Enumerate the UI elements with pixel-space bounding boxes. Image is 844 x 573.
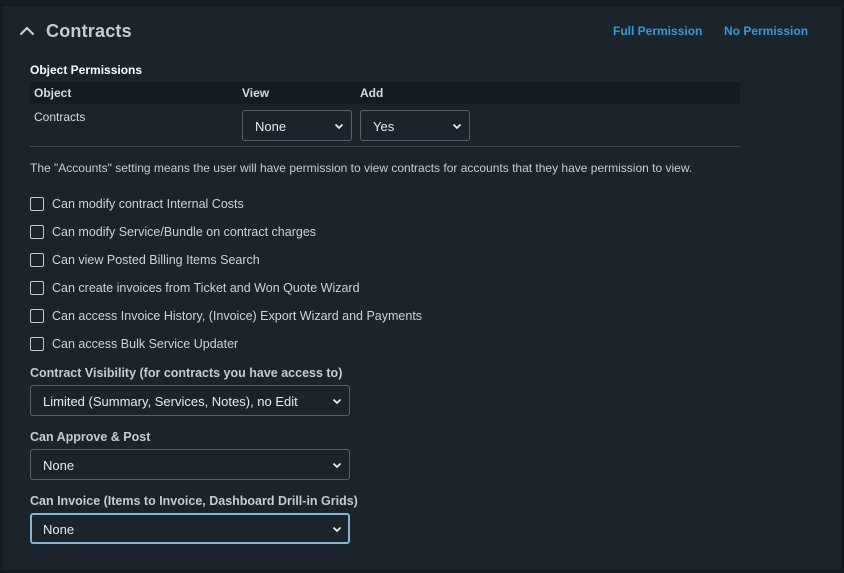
section-header: Contracts Full Permission No Permission [3,6,841,56]
column-header-add: Add [360,86,384,100]
chevron-up-icon[interactable] [18,22,36,40]
checkbox-label: Can access Invoice History, (Invoice) Ex… [52,309,423,323]
full-permission-link[interactable]: Full Permission [613,24,702,38]
chevron-down-icon [452,123,462,130]
checkbox[interactable] [30,225,44,239]
checkbox-label: Can access Bulk Service Updater [52,337,239,351]
accounts-setting-note: The "Accounts" setting means the user wi… [30,161,693,175]
chevron-down-icon [332,398,342,405]
column-header-view: View [242,86,270,100]
no-permission-link[interactable]: No Permission [724,24,808,38]
contract-visibility-label: Contract Visibility (for contracts you h… [30,366,343,380]
add-permission-select[interactable]: Yes [360,110,470,141]
column-header-object: Object [34,86,72,100]
checkbox-label: Can modify Service/Bundle on contract ch… [52,225,317,239]
approve-post-select[interactable]: None [30,449,350,480]
checkbox-label: Can create invoices from Ticket and Won … [52,281,360,295]
checkbox[interactable] [30,253,44,267]
chevron-down-icon [334,123,344,130]
checkbox[interactable] [30,309,44,323]
object-name-contracts: Contracts [34,110,86,124]
permissions-table-header: Object View Add [30,82,740,104]
checkbox[interactable] [30,337,44,351]
checkbox-label: Can view Posted Billing Items Search [52,253,260,267]
view-permission-select[interactable]: None [242,110,352,141]
can-invoice-select[interactable]: None [30,513,350,544]
table-divider [30,146,740,147]
checkbox-label: Can modify contract Internal Costs [52,197,244,211]
can-invoice-label: Can Invoice (Items to Invoice, Dashboard… [30,494,358,508]
approve-post-label: Can Approve & Post [30,430,151,444]
chevron-down-icon [332,526,342,533]
contract-visibility-select[interactable]: Limited (Summary, Services, Notes), no E… [30,385,350,416]
checkbox[interactable] [30,281,44,295]
checkbox[interactable] [30,197,44,211]
contracts-panel: Contracts Full Permission No Permission … [3,6,841,570]
object-permissions-title: Object Permissions [30,63,143,77]
chevron-down-icon [332,462,342,469]
section-title: Contracts [46,21,132,41]
